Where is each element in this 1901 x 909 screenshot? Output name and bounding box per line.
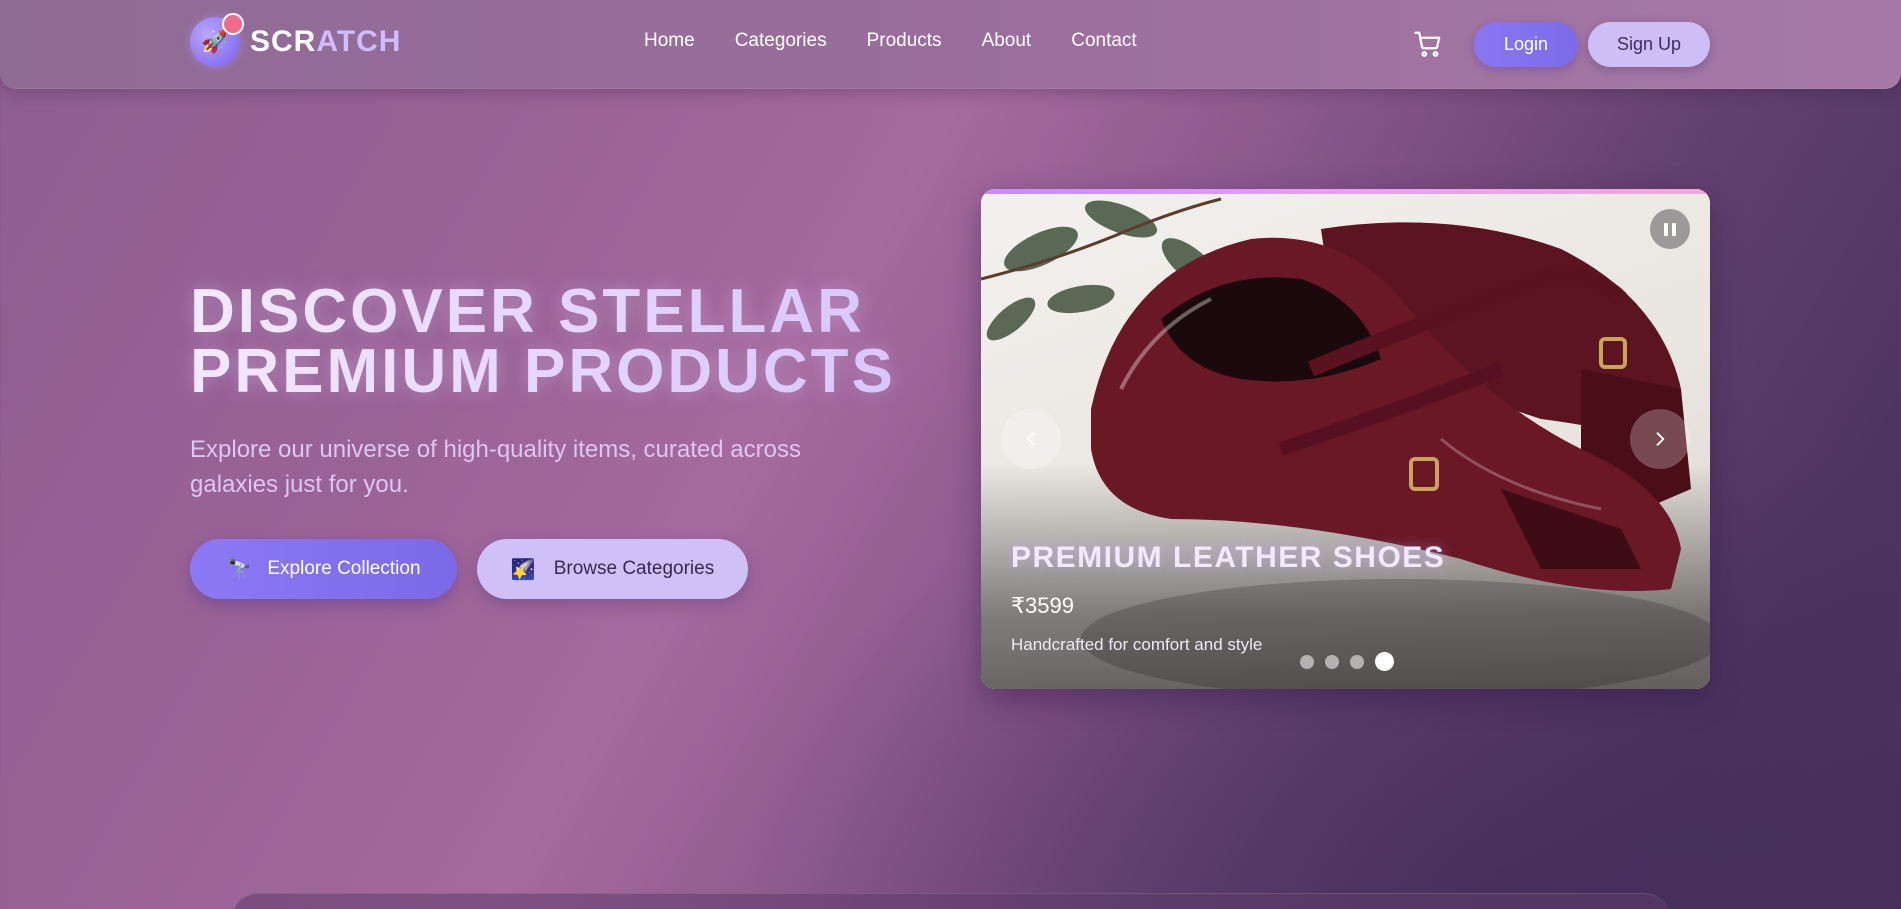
explore-collection-button[interactable]: 🔭 Explore Collection [190, 539, 457, 599]
chevron-left-icon [1026, 432, 1035, 446]
nav-link-products[interactable]: Products [867, 30, 942, 52]
carousel-dots [1300, 652, 1405, 671]
browse-categories-button[interactable]: 🌠 Browse Categories [477, 539, 748, 599]
nav-link-about[interactable]: About [982, 30, 1032, 52]
nav-link-home[interactable]: Home [644, 30, 695, 52]
slide-caption: PREMIUM LEATHER SHOES ₹3599 Handcrafted … [1011, 541, 1445, 655]
navbar: 🚀 SCRATCH Home Categories Products About… [0, 0, 1901, 89]
explore-collection-label: Explore Collection [267, 558, 421, 579]
hero-title-line2: PREMIUM PRODUCTS [190, 337, 896, 406]
previous-slide-button[interactable] [1001, 409, 1061, 469]
hero-title-line1: DISCOVER STELLAR [190, 277, 865, 346]
telescope-icon: 🔭 [226, 558, 252, 581]
shooting-star-icon: 🌠 [510, 558, 536, 581]
slide-price: ₹3599 [1011, 593, 1074, 618]
carousel-dot[interactable] [1300, 654, 1314, 669]
brand-logo[interactable]: 🚀 SCRATCH [190, 13, 402, 67]
carousel-dot[interactable] [1350, 654, 1364, 669]
signup-button[interactable]: Sign Up [1588, 22, 1710, 67]
hero-title: DISCOVER STELLAR PREMIUM PRODUCTS [190, 281, 910, 403]
rocket-icon: 🚀 [190, 13, 244, 67]
main-nav: Home Categories Products About Contact [644, 30, 1177, 52]
carousel-dot[interactable] [1325, 654, 1339, 669]
carousel-dot-active[interactable] [1375, 652, 1394, 671]
notification-dot [222, 13, 244, 35]
browse-categories-label: Browse Categories [553, 558, 715, 579]
product-carousel: PREMIUM LEATHER SHOES ₹3599 Handcrafted … [981, 189, 1710, 689]
cart-icon[interactable] [1413, 29, 1443, 59]
slide-title: PREMIUM LEATHER SHOES [1011, 541, 1446, 574]
carousel-progress-bar [981, 189, 1710, 194]
login-button[interactable]: Login [1474, 22, 1578, 67]
nav-link-contact[interactable]: Contact [1071, 30, 1136, 52]
hero-subtitle: Explore our universe of high-quality ite… [190, 436, 801, 498]
next-section-panel [232, 893, 1670, 909]
pause-icon [1664, 222, 1668, 236]
pause-button[interactable] [1650, 209, 1690, 249]
nav-link-categories[interactable]: Categories [735, 30, 827, 52]
brand-name: SCRATCH [250, 25, 402, 58]
next-slide-button[interactable] [1630, 409, 1690, 469]
chevron-right-icon [1656, 432, 1665, 446]
